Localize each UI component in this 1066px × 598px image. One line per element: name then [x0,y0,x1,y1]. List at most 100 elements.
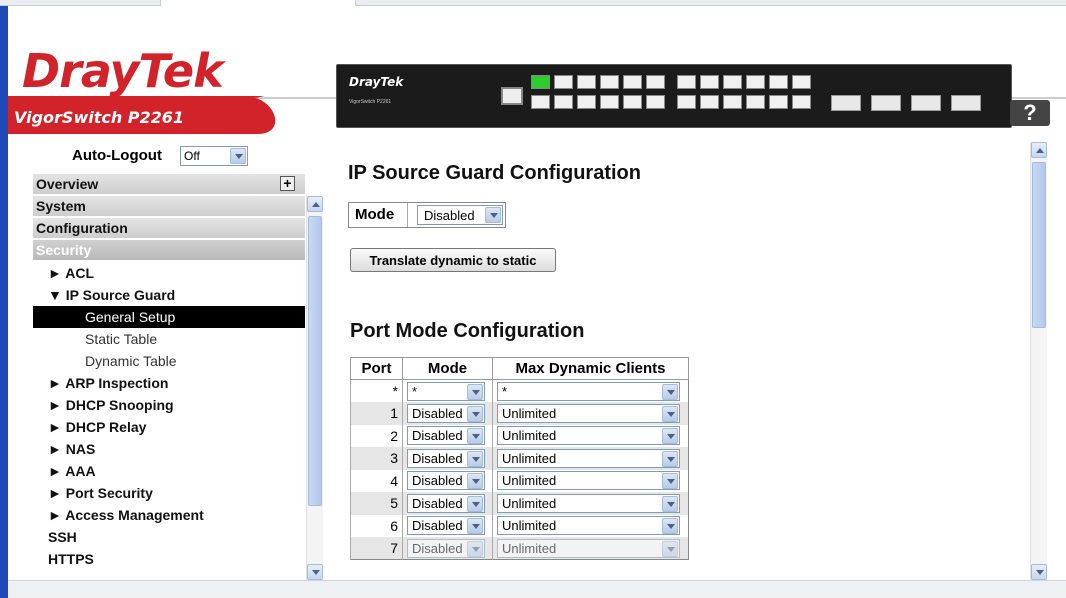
sidebar-header-overview[interactable]: Overview + [33,174,305,194]
help-button[interactable]: ? [1010,100,1050,126]
sidebar-scrollbar[interactable] [306,196,323,580]
sidebar-item-port-security[interactable]: ► Port Security [33,482,305,504]
port-mode-select[interactable]: Disabled [407,426,485,446]
max-dynamic-clients-select[interactable]: Unlimited [497,403,680,423]
mode-select[interactable]: Disabled [417,205,503,225]
table-row: 4 Disabled Unlimited [350,469,689,492]
scroll-up-icon[interactable] [1031,142,1047,158]
max-dynamic-clients-select[interactable]: Unlimited [497,448,680,468]
column-header-mode: Mode [402,357,493,380]
sidebar-header-label: Overview [36,176,99,192]
max-clients-cell: Unlimited [492,447,689,470]
max-dynamic-clients-select[interactable]: Unlimited [497,426,680,446]
sidebar-item-dhcp-relay[interactable]: ► DHCP Relay [33,416,305,438]
mode-label: Mode [355,206,395,223]
model-name: VigorSwitch P2261 [14,108,185,127]
ethernet-port-icon [700,75,719,89]
translate-dynamic-to-static-button[interactable]: Translate dynamic to static [350,248,556,272]
mode-cell: * [402,379,493,402]
main-scrollbar[interactable] [1030,142,1047,580]
port-mode-value: * [412,383,418,399]
chevron-down-icon [662,495,678,512]
table-row: 7 Disabled Unlimited [350,537,689,560]
sidebar-item-general-setup[interactable]: General Setup [33,306,305,328]
max-dynamic-clients-select[interactable]: Unlimited [497,516,680,536]
max-dynamic-clients-select[interactable]: Unlimited [497,493,680,513]
chevron-down-icon [467,383,483,400]
sidebar-item-ip-source-guard[interactable]: ▼ IP Source Guard [33,284,305,306]
scroll-down-icon[interactable] [1031,564,1047,580]
chevron-down-icon [230,148,246,164]
ethernet-port-icon [677,95,696,109]
max-dynamic-clients-value: Unlimited [502,450,557,466]
sidebar-item-ssh[interactable]: SSH [33,526,305,548]
sidebar-item-static-table[interactable]: Static Table [33,328,305,350]
auto-logout-label: Auto-Logout [72,147,162,164]
sidebar-item-arp-inspection[interactable]: ► ARP Inspection [33,372,305,394]
mode-cell: Disabled [402,514,493,537]
sidebar-header-security[interactable]: Security [33,240,305,260]
chevron-down-icon [662,473,678,490]
switch-front-panel-image: DrayTek VigorSwitch P2261 [336,64,1012,128]
scroll-down-icon[interactable] [307,564,323,580]
sfp-port-icon [911,95,941,111]
port-mode-select[interactable]: Disabled [407,403,485,423]
sfp-port-icon [951,95,981,111]
port-number: 7 [350,537,403,560]
max-dynamic-clients-value: Unlimited [502,428,557,444]
chevron-down-icon [467,518,483,535]
max-dynamic-clients-select[interactable]: Unlimited [497,471,680,491]
port-mode-select[interactable]: Disabled [407,516,485,536]
port-number: 6 [350,514,403,537]
table-row: 2 Disabled Unlimited [350,424,689,447]
port-mode-select[interactable]: Disabled [407,471,485,491]
sidebar-item-nas[interactable]: ► NAS [33,438,305,460]
sidebar-item-acl[interactable]: ► ACL [33,262,305,284]
ethernet-port-icon [531,75,550,89]
scroll-up-icon[interactable] [307,196,323,212]
ethernet-port-icon [746,95,765,109]
table-row: 6 Disabled Unlimited [350,514,689,537]
port-mode-select[interactable]: Disabled [407,493,485,513]
ethernet-port-icon [623,75,642,89]
table-row: 1 Disabled Unlimited [350,402,689,425]
port-number: 4 [350,469,403,492]
max-dynamic-clients-select[interactable]: Unlimited [497,538,680,558]
divider [407,203,408,227]
sidebar-item-dhcp-snooping[interactable]: ► DHCP Snooping [33,394,305,416]
port-mode-select[interactable]: * [407,381,485,401]
status-bar [8,580,1066,598]
chevron-down-icon [467,428,483,445]
chevron-down-icon [662,518,678,535]
scrollbar-thumb[interactable] [308,216,322,506]
chevron-down-icon [467,495,483,512]
chevron-down-icon [662,383,678,400]
max-clients-cell: Unlimited [492,469,689,492]
left-window-edge [0,6,8,598]
ethernet-port-icon [769,95,788,109]
max-dynamic-clients-value: Unlimited [502,405,557,421]
expand-all-icon[interactable]: + [280,176,295,191]
sidebar-header-configuration[interactable]: Configuration [33,218,305,238]
chevron-down-icon [467,450,483,467]
ethernet-port-icon [769,75,788,89]
port-mode-value: Disabled [412,428,463,444]
sidebar: Overview + System Configuration Security… [33,174,305,580]
ethernet-port-icon [554,95,573,109]
auto-logout-select[interactable]: Off [180,146,248,166]
sidebar-item-https[interactable]: HTTPS [33,548,305,570]
max-dynamic-clients-select[interactable]: * [497,381,680,401]
mode-cell: Disabled [402,492,493,515]
chevron-down-icon [485,207,501,223]
port-mode-select[interactable]: Disabled [407,448,485,468]
scrollbar-thumb[interactable] [1032,162,1046,328]
port-mode-select[interactable]: Disabled [407,538,485,558]
port-mode-value: Disabled [412,405,463,421]
ethernet-port-icon [723,75,742,89]
sidebar-item-access-management[interactable]: ► Access Management [33,504,305,526]
max-dynamic-clients-value: Unlimited [502,540,557,556]
sidebar-header-system[interactable]: System [33,196,305,216]
sidebar-item-dynamic-table[interactable]: Dynamic Table [33,350,305,372]
sfp-port-icon [831,95,861,111]
sidebar-item-aaa[interactable]: ► AAA [33,460,305,482]
